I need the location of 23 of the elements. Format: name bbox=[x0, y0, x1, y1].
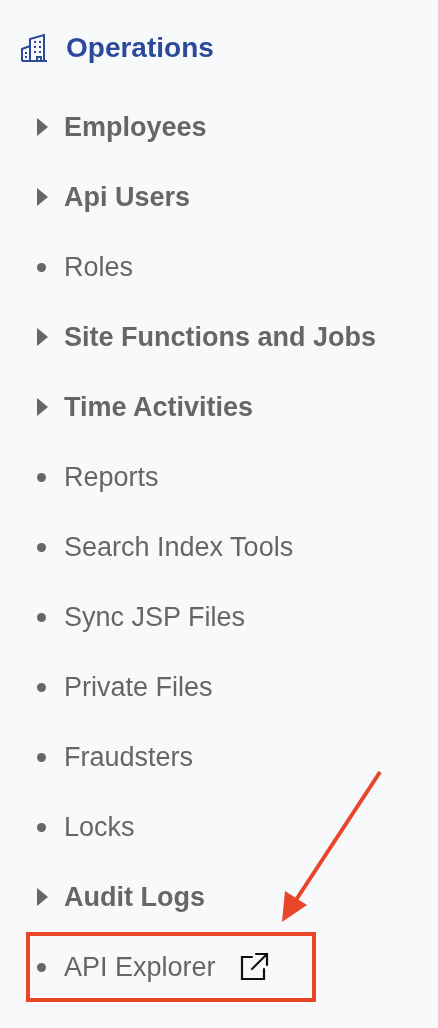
menu-group[interactable]: Time Activities bbox=[64, 386, 254, 428]
bullet-icon bbox=[37, 262, 46, 272]
bullet-icon bbox=[37, 612, 46, 622]
section-title: Operations bbox=[66, 31, 214, 65]
menu-group[interactable]: Employees bbox=[64, 106, 207, 148]
bullet-icon bbox=[37, 542, 46, 552]
bullet-icon bbox=[37, 752, 46, 762]
menu-link[interactable]: Private Files bbox=[64, 666, 213, 708]
menu-link[interactable]: API Explorer bbox=[64, 946, 270, 988]
menu-group[interactable]: Site Functions and Jobs bbox=[64, 316, 377, 358]
menu-link[interactable]: Fraudsters bbox=[64, 736, 194, 778]
menu-link[interactable]: Reports bbox=[64, 456, 159, 498]
bullet-icon bbox=[37, 962, 46, 972]
bullet-icon bbox=[37, 682, 46, 692]
menu-link[interactable]: Locks bbox=[64, 806, 135, 848]
menu-group[interactable]: Audit Logs bbox=[64, 876, 205, 918]
menu-link[interactable]: Sync JSP Files bbox=[64, 596, 246, 638]
bullet-icon bbox=[37, 472, 46, 482]
bullet-icon bbox=[37, 822, 46, 832]
menu-link[interactable]: Roles bbox=[64, 246, 134, 288]
building-icon bbox=[20, 33, 50, 63]
menu-group[interactable]: Api Users bbox=[64, 176, 191, 218]
menu-link[interactable]: Search Index Tools bbox=[64, 526, 294, 568]
